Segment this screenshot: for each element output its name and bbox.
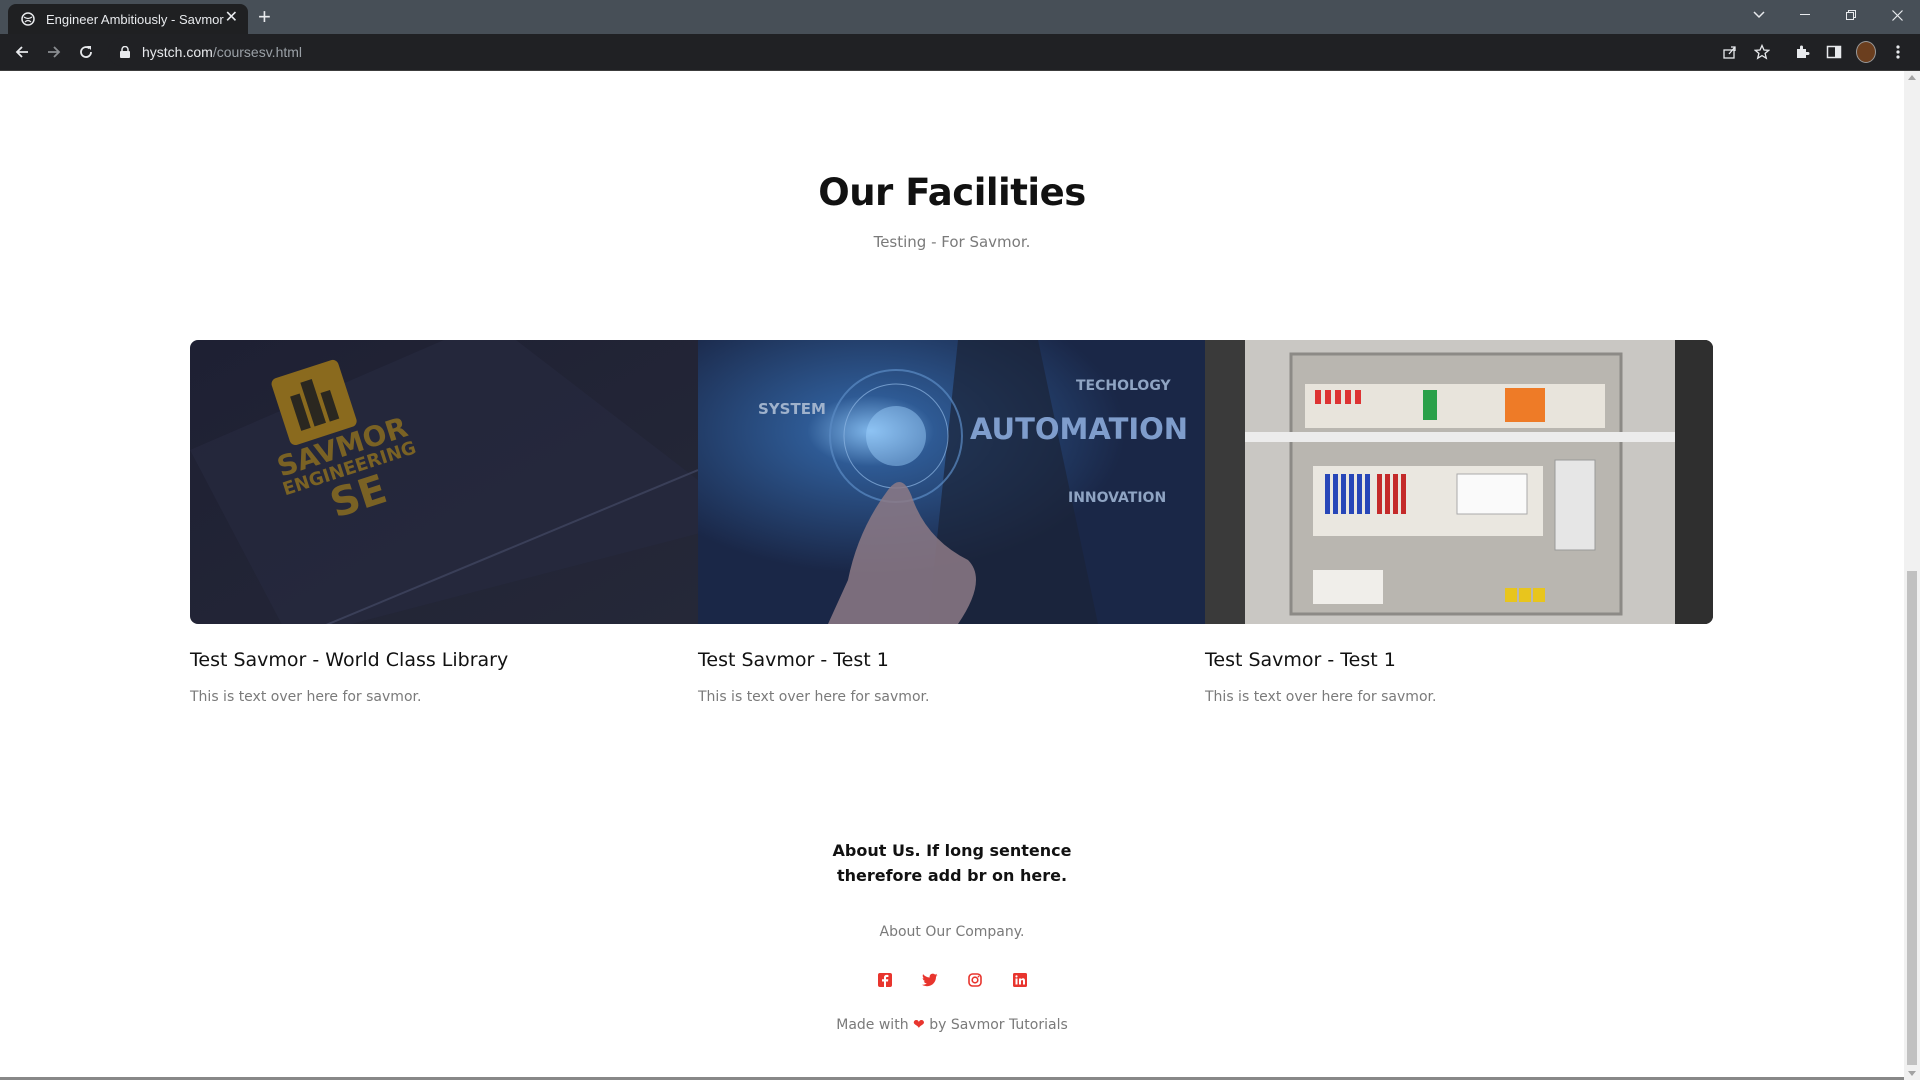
page-scrollbar[interactable] xyxy=(1904,71,1920,1080)
section-subheading: Testing - For Savmor. xyxy=(873,233,1031,251)
facility-image-electrical-panel xyxy=(1205,340,1713,624)
browser-tab-strip: Engineer Ambitiously - Savmor ✕ + xyxy=(0,0,1920,34)
facebook-icon[interactable] xyxy=(877,972,893,988)
heart-icon: ❤ xyxy=(913,1017,925,1033)
page-content: Our Facilities Testing - For Savmor. SAV… xyxy=(0,71,1904,1080)
share-icon[interactable] xyxy=(1720,42,1740,62)
globe-icon xyxy=(20,11,36,27)
tab-title: Engineer Ambitiously - Savmor xyxy=(46,11,224,27)
menu-kebab-icon[interactable] xyxy=(1888,42,1908,62)
section-heading: Our Facilities xyxy=(818,171,1086,214)
instagram-icon[interactable] xyxy=(967,972,983,988)
scroll-up-arrow-icon[interactable] xyxy=(1908,75,1916,80)
url-text: hystch.com/coursesv.html xyxy=(142,44,303,60)
scroll-thumb[interactable] xyxy=(1907,571,1917,1065)
facility-image-library: SAVMOR ENGINEERING SE xyxy=(190,340,698,624)
made-with-credit: Made with ❤ by Savmor Tutorials xyxy=(836,1017,1068,1033)
bookmark-star-icon[interactable] xyxy=(1752,42,1772,62)
card-title: Test Savmor - World Class Library xyxy=(190,649,509,671)
tab-search-chevron-icon[interactable] xyxy=(1736,0,1782,30)
restore-icon[interactable] xyxy=(1828,0,1874,30)
image-text-system: SYSTEM xyxy=(758,400,826,418)
social-links xyxy=(0,972,1904,988)
facility-card: SYSTEM TECHOLOGY AUTOMATION INNOVATION T… xyxy=(698,340,1206,705)
tab-close-icon[interactable]: ✕ xyxy=(225,10,238,26)
browser-toolbar: hystch.com/coursesv.html xyxy=(0,34,1920,71)
scroll-down-arrow-icon[interactable] xyxy=(1908,1071,1916,1076)
extensions-icon[interactable] xyxy=(1792,42,1812,62)
profile-avatar[interactable] xyxy=(1856,41,1876,63)
image-text-automation: AUTOMATION xyxy=(970,412,1189,446)
twitter-icon[interactable] xyxy=(921,972,938,988)
lock-icon xyxy=(120,45,132,59)
facility-card: SAVMOR ENGINEERING SE Test Savmor - Worl… xyxy=(190,340,698,705)
about-title: About Us. If long sentence therefore add… xyxy=(832,841,1072,885)
image-text-techology: TECHOLOGY xyxy=(1076,378,1171,394)
card-title: Test Savmor - Test 1 xyxy=(1205,649,1396,671)
card-text: This is text over here for savmor. xyxy=(698,689,930,705)
card-text: This is text over here for savmor. xyxy=(1205,689,1437,705)
image-text-innovation: INNOVATION xyxy=(1068,490,1167,506)
minimize-icon[interactable] xyxy=(1782,0,1828,30)
about-subtitle: About Our Company. xyxy=(879,924,1025,940)
linkedin-icon[interactable] xyxy=(1012,972,1028,988)
browser-tab[interactable]: Engineer Ambitiously - Savmor ✕ xyxy=(8,4,248,34)
facility-image-automation: SYSTEM TECHOLOGY AUTOMATION INNOVATION xyxy=(698,340,1206,624)
forward-icon[interactable] xyxy=(42,40,66,64)
new-tab-button[interactable]: + xyxy=(258,5,271,29)
card-title: Test Savmor - Test 1 xyxy=(698,649,889,671)
side-panel-icon[interactable] xyxy=(1824,42,1844,62)
reload-icon[interactable] xyxy=(74,40,98,64)
back-icon[interactable] xyxy=(10,40,34,64)
close-window-icon[interactable] xyxy=(1874,0,1920,30)
address-bar[interactable]: hystch.com/coursesv.html xyxy=(108,38,1796,66)
card-text: This is text over here for savmor. xyxy=(190,689,422,705)
facility-card: Test Savmor - Test 1 This is text over h… xyxy=(1205,340,1713,705)
